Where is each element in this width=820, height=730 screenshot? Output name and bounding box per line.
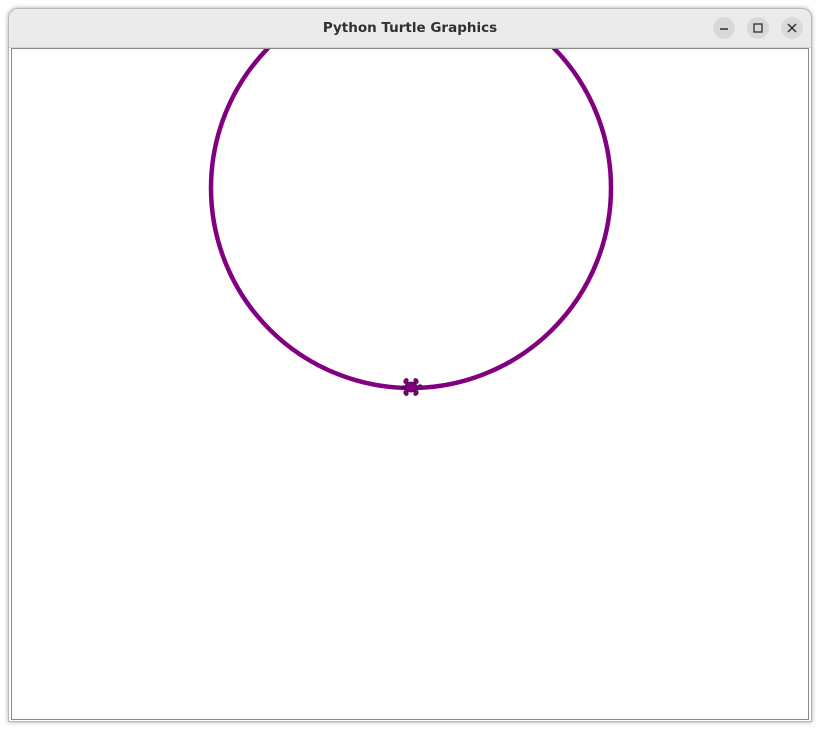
maximize-button[interactable]: [747, 17, 769, 39]
close-icon: [787, 23, 797, 33]
minimize-icon: [720, 28, 728, 30]
drawing-surface: [208, 49, 614, 396]
maximize-icon: [753, 23, 763, 33]
minimize-button[interactable]: [713, 17, 735, 39]
turtle-canvas[interactable]: [11, 48, 809, 720]
close-button[interactable]: [781, 17, 803, 39]
turtle-icon: [401, 378, 423, 396]
window-title: Python Turtle Graphics: [322, 20, 498, 36]
turtle-window: Python Turtle Graphics: [8, 8, 812, 722]
drawn-circle: [208, 49, 614, 391]
title-bar[interactable]: Python Turtle Graphics: [9, 9, 811, 48]
